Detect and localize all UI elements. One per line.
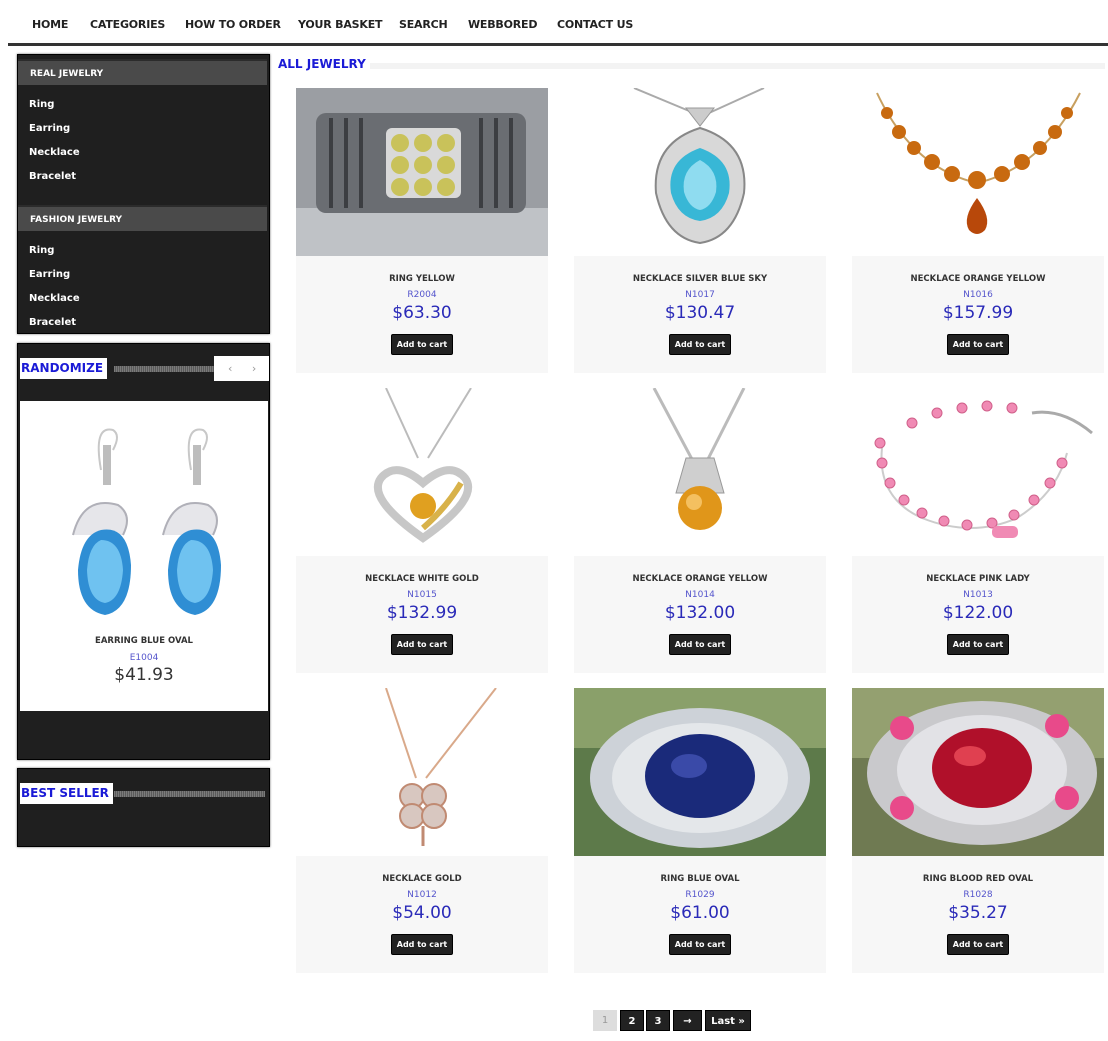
best-seller-title: BEST SELLER xyxy=(20,783,113,804)
fashion-necklace-link[interactable]: Necklace xyxy=(29,293,80,304)
last-page-button[interactable]: Last » xyxy=(705,1010,751,1031)
real-ring-link[interactable]: Ring xyxy=(29,99,54,110)
nav-home[interactable]: HOME xyxy=(32,18,68,31)
best-seller-widget: BEST SELLER xyxy=(17,768,270,847)
page-link-3[interactable]: 3 xyxy=(646,1010,670,1031)
product-price: $130.47 xyxy=(664,303,736,323)
product-image xyxy=(852,688,1104,856)
page-title: ALL JEWELRY xyxy=(278,57,366,71)
title-divider xyxy=(114,366,214,372)
next-page-button[interactable]: → xyxy=(673,1010,702,1031)
product-code: N1016 xyxy=(963,290,993,300)
random-product-card[interactable]: EARRING BLUE OVAL E1004 $41.93 xyxy=(20,401,268,711)
product-name: NECKLACE ORANGE YELLOW xyxy=(632,574,768,584)
product-code: N1017 xyxy=(685,290,715,300)
product-code: N1014 xyxy=(685,590,715,600)
product-name: RING BLOOD RED OVAL xyxy=(922,874,1034,884)
randomize-title: RANDOMIZE xyxy=(20,358,108,379)
product-price: $132.99 xyxy=(386,603,458,623)
product-card[interactable]: NECKLACE ORANGE YELLOW N1016 $157.99 Add… xyxy=(852,88,1104,373)
add-to-cart-button[interactable]: Add to cart xyxy=(669,334,731,355)
product-image xyxy=(574,388,826,556)
nav-contact-us[interactable]: CONTACT US xyxy=(557,18,633,31)
product-card[interactable]: NECKLACE SILVER BLUE SKY N1017 $130.47 A… xyxy=(574,88,826,373)
product-name: RING YELLOW xyxy=(389,274,455,284)
fashion-bracelet-link[interactable]: Bracelet xyxy=(29,317,76,328)
product-name: NECKLACE SILVER BLUE SKY xyxy=(632,274,768,284)
product-code: N1013 xyxy=(963,590,993,600)
product-image xyxy=(296,88,548,256)
add-to-cart-button[interactable]: Add to cart xyxy=(391,334,453,355)
product-card[interactable]: NECKLACE WHITE GOLD N1015 $132.99 Add to… xyxy=(296,388,548,673)
add-to-cart-button[interactable]: Add to cart xyxy=(391,934,453,955)
product-image xyxy=(852,88,1104,256)
product-price: $122.00 xyxy=(942,603,1014,623)
product-card[interactable]: RING YELLOW R2004 $63.30 Add to cart xyxy=(296,88,548,373)
add-to-cart-button[interactable]: Add to cart xyxy=(391,634,453,655)
nav-your-basket[interactable]: YOUR BASKET xyxy=(298,18,383,31)
add-to-cart-button[interactable]: Add to cart xyxy=(669,634,731,655)
product-card[interactable]: NECKLACE PINK LADY N1013 $122.00 Add to … xyxy=(852,388,1104,673)
add-to-cart-button[interactable]: Add to cart xyxy=(947,334,1009,355)
product-code: R1029 xyxy=(685,890,715,900)
product-price: $157.99 xyxy=(942,303,1014,323)
product-image xyxy=(574,688,826,856)
product-image xyxy=(296,388,548,556)
nav-webbored[interactable]: WEBBORED xyxy=(468,18,537,31)
product-card[interactable]: NECKLACE GOLD N1012 $54.00 Add to cart xyxy=(296,688,548,973)
nav-search[interactable]: SEARCH xyxy=(399,18,448,31)
product-name: RING BLUE OVAL xyxy=(660,874,740,884)
product-name: NECKLACE PINK LADY xyxy=(926,574,1030,584)
carousel-arrows[interactable]: ‹ › xyxy=(214,356,269,381)
product-name: NECKLACE GOLD xyxy=(382,874,462,884)
top-nav: HOME CATEGORIES HOW TO ORDER YOUR BASKET… xyxy=(8,0,1108,46)
nav-how-to-order[interactable]: HOW TO ORDER xyxy=(185,18,281,31)
product-price: $132.00 xyxy=(664,603,736,623)
product-price: $61.00 xyxy=(670,903,730,923)
product-card[interactable]: NECKLACE ORANGE YELLOW N1014 $132.00 Add… xyxy=(574,388,826,673)
product-card[interactable]: RING BLUE OVAL R1029 $61.00 Add to cart xyxy=(574,688,826,973)
product-code: R1028 xyxy=(963,890,993,900)
category-panel: REAL JEWELRY Ring Earring Necklace Brace… xyxy=(17,54,270,334)
product-image xyxy=(852,388,1104,556)
add-to-cart-button[interactable]: Add to cart xyxy=(669,934,731,955)
earring-image xyxy=(43,415,247,621)
page-link-2[interactable]: 2 xyxy=(620,1010,644,1031)
product-price: $54.00 xyxy=(392,903,452,923)
fashion-earring-link[interactable]: Earring xyxy=(29,269,70,280)
product-price: $35.27 xyxy=(948,903,1008,923)
page-current: 1 xyxy=(593,1010,617,1031)
random-product-price: $41.93 xyxy=(114,665,174,685)
nav-categories[interactable]: CATEGORIES xyxy=(90,18,165,31)
product-code: R2004 xyxy=(407,290,437,300)
real-bracelet-link[interactable]: Bracelet xyxy=(29,171,76,182)
fashion-jewelry-heading: FASHION JEWELRY xyxy=(18,205,267,231)
product-card[interactable]: RING BLOOD RED OVAL R1028 $35.27 Add to … xyxy=(852,688,1104,973)
add-to-cart-button[interactable]: Add to cart xyxy=(947,634,1009,655)
add-to-cart-button[interactable]: Add to cart xyxy=(947,934,1009,955)
product-name: NECKLACE WHITE GOLD xyxy=(365,574,479,584)
product-code: N1012 xyxy=(407,890,437,900)
random-product-code: E1004 xyxy=(129,653,159,663)
title-divider xyxy=(114,791,265,797)
fashion-ring-link[interactable]: Ring xyxy=(29,245,54,256)
product-price: $63.30 xyxy=(392,303,452,323)
product-code: N1015 xyxy=(407,590,437,600)
real-necklace-link[interactable]: Necklace xyxy=(29,147,80,158)
real-earring-link[interactable]: Earring xyxy=(29,123,70,134)
product-image xyxy=(574,88,826,256)
product-name: NECKLACE ORANGE YELLOW xyxy=(910,274,1046,284)
product-image xyxy=(296,688,548,856)
randomize-widget: RANDOMIZE ‹ › EARRING BLUE OVAL E1004 $4… xyxy=(17,343,270,760)
random-product-name: EARRING BLUE OVAL xyxy=(95,636,193,646)
title-bar xyxy=(370,63,1105,69)
real-jewelry-heading: REAL JEWELRY xyxy=(18,59,267,85)
